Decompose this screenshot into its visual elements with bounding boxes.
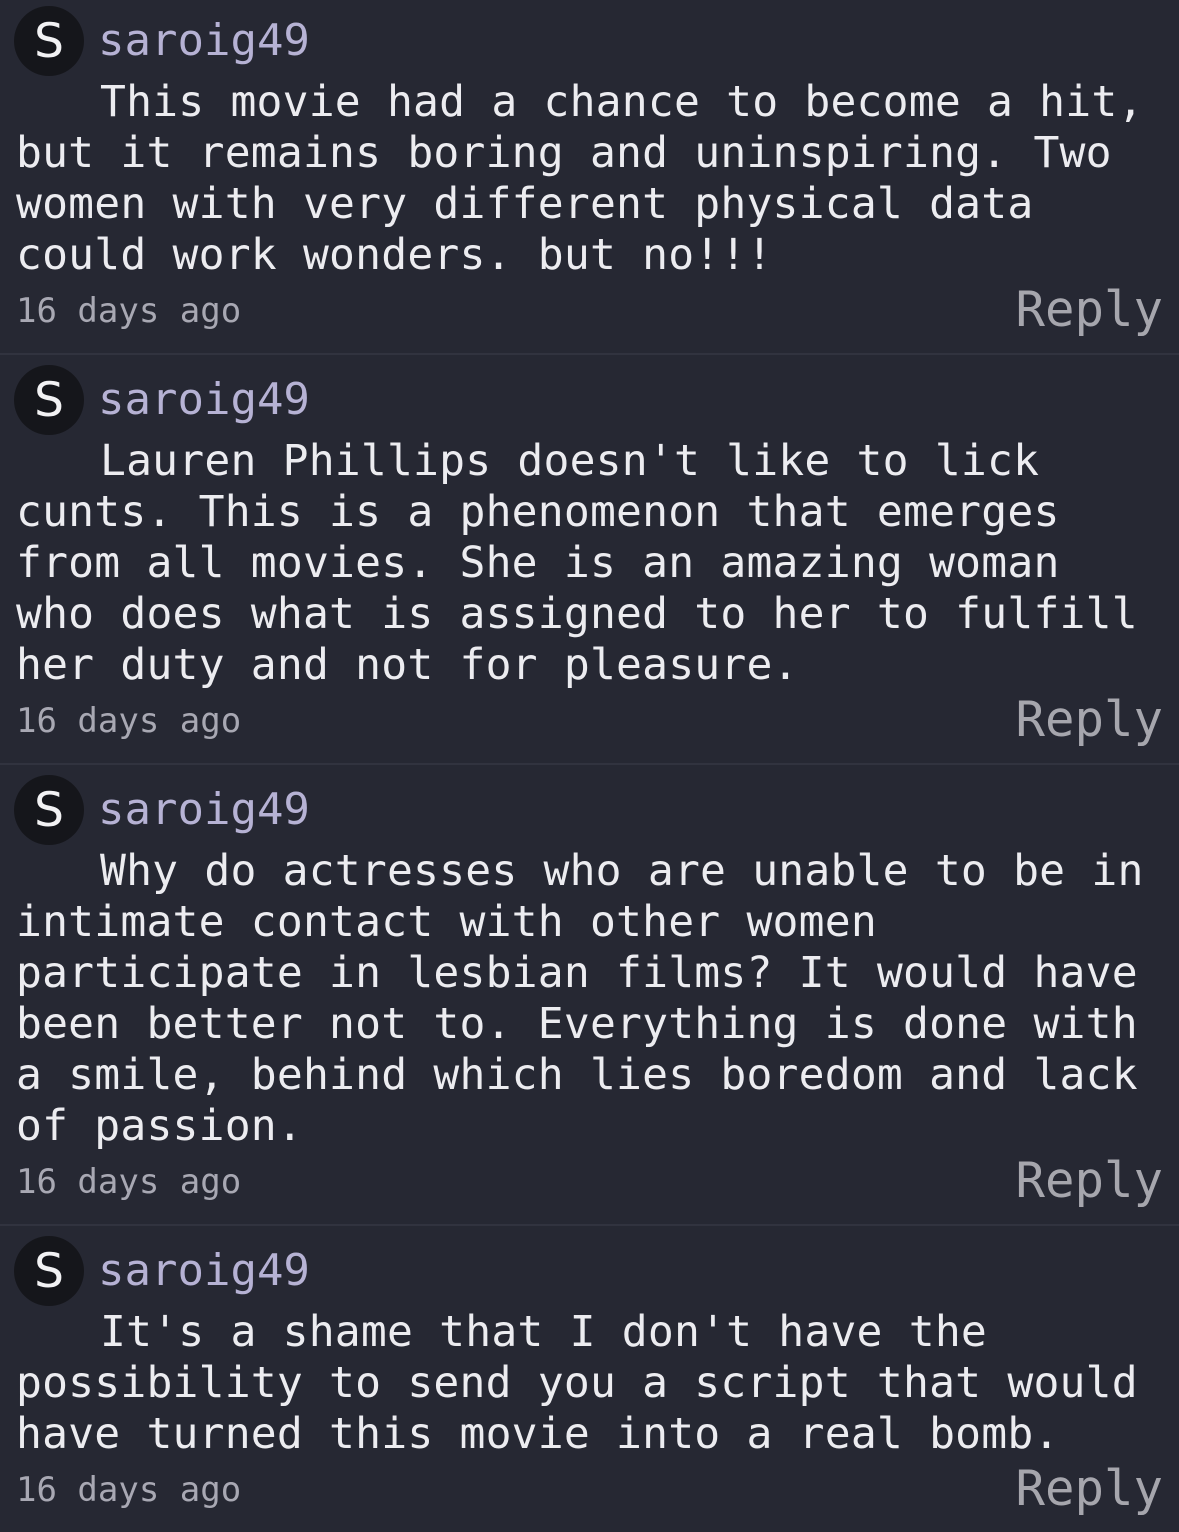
comment-timestamp: 16 days ago [16, 291, 242, 331]
username[interactable]: saroig49 [98, 1249, 310, 1293]
comment-item: S saroig49 It's a shame that I don't hav… [0, 1224, 1179, 1532]
comment-item: S saroig49 Why do actresses who are unab… [0, 763, 1179, 1224]
username[interactable]: saroig49 [98, 788, 310, 832]
comment-header: S saroig49 [14, 365, 1163, 435]
comment-item: S saroig49 Lauren Phillips doesn't like … [0, 353, 1179, 763]
username[interactable]: saroig49 [98, 378, 310, 422]
avatar[interactable]: S [14, 1236, 84, 1306]
comment-timestamp: 16 days ago [16, 1470, 242, 1510]
comment-header: S saroig49 [14, 775, 1163, 845]
comment-footer: 16 days ago Reply [16, 281, 1163, 353]
comment-footer: 16 days ago Reply [16, 691, 1163, 763]
comment-text: This movie had a chance to become a hit,… [16, 77, 1170, 280]
comment-list: S saroig49 This movie had a chance to be… [0, 0, 1179, 1532]
comment-text: It's a shame that I don't have the possi… [16, 1307, 1164, 1459]
comment-item: S saroig49 This movie had a chance to be… [0, 0, 1179, 353]
comment-footer: 16 days ago Reply [16, 1152, 1163, 1224]
avatar[interactable]: S [14, 775, 84, 845]
reply-button[interactable]: Reply [1015, 1460, 1163, 1517]
reply-button[interactable]: Reply [1015, 691, 1163, 748]
avatar[interactable]: S [14, 6, 84, 76]
reply-button[interactable]: Reply [1015, 281, 1163, 338]
comment-text: Lauren Phillips doesn't like to lick cun… [16, 436, 1164, 690]
reply-button[interactable]: Reply [1015, 1152, 1163, 1209]
comment-timestamp: 16 days ago [16, 1162, 242, 1202]
comment-footer: 16 days ago Reply [16, 1460, 1163, 1532]
comment-header: S saroig49 [14, 6, 1163, 76]
avatar[interactable]: S [14, 365, 84, 435]
comment-text: Why do actresses who are unable to be in… [16, 846, 1170, 1151]
username[interactable]: saroig49 [98, 19, 310, 63]
comment-header: S saroig49 [14, 1236, 1163, 1306]
comment-timestamp: 16 days ago [16, 701, 242, 741]
